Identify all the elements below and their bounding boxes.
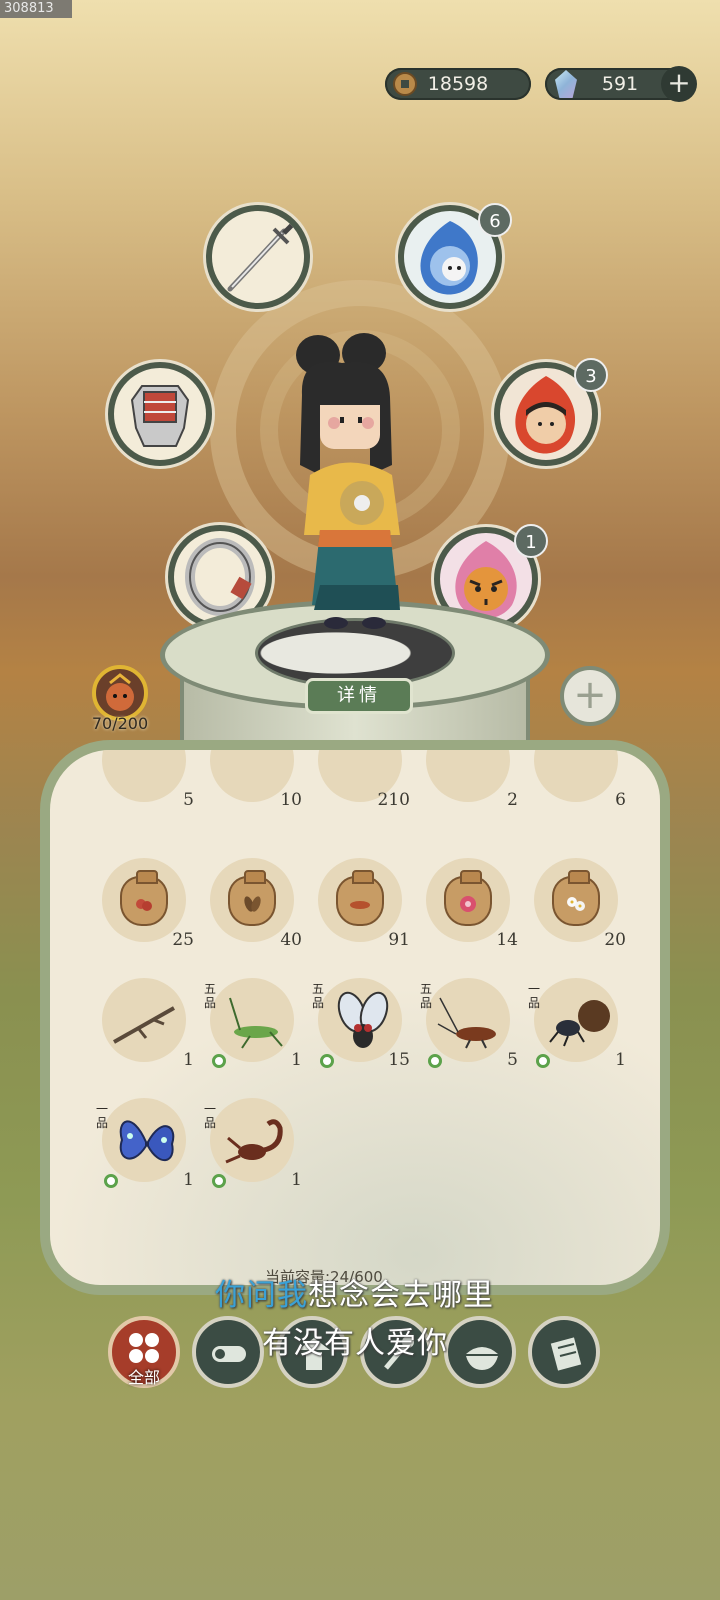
stamina-value: 70/200 xyxy=(91,714,149,733)
inventory-item-twig[interactable]: 1 xyxy=(98,974,194,1070)
seed-bag-icon xyxy=(228,870,276,926)
inventory-item-seed-bag[interactable]: 14 xyxy=(422,854,518,950)
inventory-panel[interactable]: 5 10 210 2 6 25 40 91 14 20 1 五品 1 五品 15… xyxy=(40,740,670,1295)
lyric-line-1-rest: 想念会去哪里 xyxy=(308,1278,494,1313)
tab-scrolls[interactable] xyxy=(528,1316,600,1388)
inventory-item-fly[interactable]: 五品 15 xyxy=(312,974,410,1070)
grasshopper-icon xyxy=(229,997,283,1049)
log-icon xyxy=(212,1346,246,1362)
scorpion-icon xyxy=(225,1119,283,1164)
bind-ring-icon xyxy=(428,1054,442,1068)
inventory-item-seed-bag[interactable]: 91 xyxy=(314,854,410,950)
details-button[interactable]: 详情 xyxy=(305,678,413,714)
inventory-item[interactable]: 5 xyxy=(98,750,194,810)
gem-counter: 591 + xyxy=(545,66,697,102)
cockroach-icon xyxy=(437,997,496,1049)
bind-ring-icon xyxy=(320,1054,334,1068)
overlay-id-tag: 308813 xyxy=(0,0,72,18)
bind-ring-icon xyxy=(536,1054,550,1068)
flower-icon xyxy=(460,896,476,912)
inventory-item[interactable]: 10 xyxy=(206,750,302,810)
inventory-item-grasshopper[interactable]: 五品 1 xyxy=(204,974,302,1070)
seed-bag-icon xyxy=(120,870,168,926)
coin-counter: 18598 xyxy=(385,68,531,100)
grade-label: 五品 xyxy=(204,982,217,1010)
grade-label: 五品 xyxy=(420,982,433,1010)
bind-ring-icon xyxy=(212,1054,226,1068)
sword-icon xyxy=(227,212,298,292)
add-gems-button[interactable]: + xyxy=(661,66,697,102)
lyric-line-1: 你问我想念会去哪里 xyxy=(215,1270,494,1314)
lyric-line-1-highlight: 你问我 xyxy=(215,1278,308,1313)
spirit-count-badge: 3 xyxy=(574,358,608,392)
inventory-item-cockroach[interactable]: 五品 5 xyxy=(420,974,518,1070)
inventory-item[interactable]: 2 xyxy=(422,750,518,810)
seed-bag-icon xyxy=(336,870,384,926)
root-icon xyxy=(350,901,370,909)
scroll-icon xyxy=(550,1337,582,1371)
fly-icon xyxy=(337,991,389,1048)
bind-ring-icon xyxy=(212,1174,226,1188)
jasmine-icon xyxy=(567,897,585,911)
add-slot-button[interactable]: + xyxy=(560,666,620,726)
rice-bowl-icon xyxy=(466,1347,498,1370)
inventory-item-seed-bag[interactable]: 40 xyxy=(206,854,302,950)
stamina-avatar[interactable] xyxy=(92,665,148,721)
seed-bag-icon xyxy=(552,870,600,926)
inventory-item-seed-bag[interactable]: 20 xyxy=(530,854,626,950)
tab-all[interactable]: 全部 xyxy=(108,1316,180,1388)
coin-amount: 18598 xyxy=(427,73,489,95)
inventory-item-seed-bag[interactable]: 25 xyxy=(98,854,194,950)
lychee-icon xyxy=(136,899,152,911)
inventory-item-dung-beetle[interactable]: 一品 1 xyxy=(528,974,626,1070)
tab-wood[interactable] xyxy=(192,1316,264,1388)
inventory-item[interactable]: 210 xyxy=(314,750,410,810)
seed-bag-icon xyxy=(444,870,492,926)
spirit-count-badge: 6 xyxy=(478,203,512,237)
grade-label: 一品 xyxy=(204,1102,217,1130)
tab-food[interactable] xyxy=(444,1316,516,1388)
tea-leaf-icon xyxy=(244,896,261,912)
inventory-grid[interactable]: 5 10 210 2 6 25 40 91 14 20 1 五品 1 五品 15… xyxy=(96,750,658,1270)
armor-icon xyxy=(130,385,190,447)
monkey-face-icon xyxy=(106,673,134,711)
bind-ring-icon xyxy=(104,1174,118,1188)
lyric-line-2: 有没有人爱你 xyxy=(262,1326,448,1361)
grid-dots-icon xyxy=(129,1333,159,1363)
grade-label: 一品 xyxy=(528,982,541,1010)
twig-icon xyxy=(113,1006,175,1044)
dung-beetle-icon xyxy=(549,1000,610,1047)
inventory-item[interactable]: 6 xyxy=(530,750,626,810)
spirit-count-badge: 1 xyxy=(514,524,548,558)
butterfly-icon xyxy=(119,1120,175,1161)
tab-all-label: 全部 xyxy=(127,1368,160,1387)
inventory-item-butterfly[interactable]: 一品 1 xyxy=(96,1094,194,1190)
weapon-slot[interactable] xyxy=(206,205,310,309)
player-character[interactable] xyxy=(280,325,430,650)
armor-slot[interactable] xyxy=(108,362,212,466)
grade-label: 一品 xyxy=(96,1102,109,1130)
grade-label: 五品 xyxy=(312,982,325,1010)
inventory-item-scorpion[interactable]: 一品 1 xyxy=(204,1094,302,1190)
